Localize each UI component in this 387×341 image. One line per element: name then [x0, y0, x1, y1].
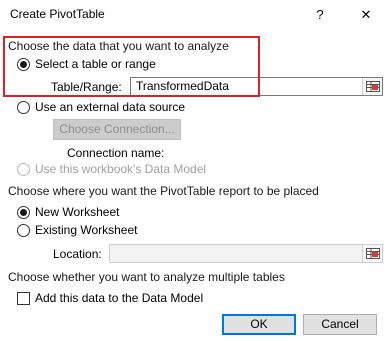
choose-connection-button[interactable]: Choose Connection... [53, 119, 181, 140]
add-to-data-model-label: Add this data to the Data Model [35, 291, 204, 305]
existing-worksheet-label: Existing Worksheet [35, 223, 138, 237]
ok-button[interactable]: OK [222, 314, 296, 335]
location-selector-button[interactable] [362, 245, 382, 262]
external-source-label: Use an external data source [35, 100, 186, 114]
range-selector-icon [365, 81, 380, 92]
dialog-title: Create PivotTable [10, 7, 105, 21]
connection-name-label: Connection name: [67, 146, 165, 160]
cancel-button[interactable]: Cancel [303, 314, 377, 335]
location-label: Location: [53, 247, 102, 261]
placement-section-heading: Choose where you want the PivotTable rep… [8, 184, 319, 198]
table-range-selector-button[interactable] [362, 78, 382, 95]
data-model-radio[interactable] [17, 163, 30, 176]
existing-worksheet-radio[interactable] [17, 224, 30, 237]
range-selector-icon [365, 248, 380, 259]
highlight-box [3, 36, 260, 97]
new-worksheet-label: New Worksheet [35, 205, 120, 219]
multiple-tables-heading: Choose whether you want to analyze multi… [8, 270, 285, 284]
close-button[interactable]: ✕ [357, 6, 375, 24]
location-input[interactable] [109, 244, 383, 263]
data-model-label: Use this workbook's Data Model [35, 162, 207, 176]
external-source-radio[interactable] [17, 101, 30, 114]
add-to-data-model-checkbox[interactable] [17, 292, 30, 305]
help-button[interactable]: ? [311, 6, 329, 24]
new-worksheet-radio[interactable] [17, 206, 30, 219]
